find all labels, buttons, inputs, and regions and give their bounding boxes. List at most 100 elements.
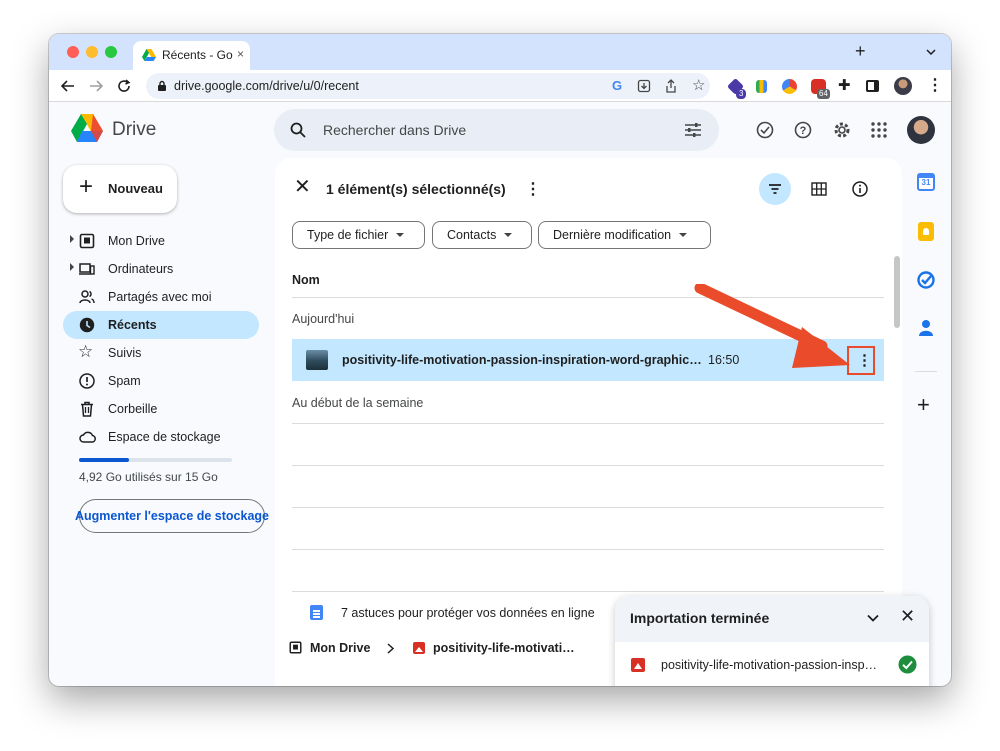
offline-ready-icon[interactable] (756, 121, 774, 139)
breadcrumb-file[interactable]: positivity-life-motivati… (433, 641, 575, 655)
sidebar-item-label: Spam (108, 374, 141, 388)
contacts-icon[interactable] (918, 319, 934, 337)
lock-icon[interactable] (157, 80, 167, 92)
sidebar-item-computers[interactable]: Ordinateurs (63, 255, 259, 283)
row-divider (292, 465, 884, 466)
filter-chip-label: Dernière modification (553, 228, 672, 242)
bookmark-star-icon[interactable]: ☆ (692, 76, 705, 94)
url-text: drive.google.com/drive/u/0/recent (174, 79, 359, 93)
browser-toolbar: drive.google.com/drive/u/0/recent G ☆ 3 … (49, 70, 951, 102)
sidebar-item-label: Partagés avec moi (108, 290, 212, 304)
google-lens-icon[interactable]: G (612, 78, 622, 93)
grid-view-icon[interactable] (811, 182, 827, 196)
account-avatar[interactable] (907, 116, 935, 144)
get-addons-plus-icon[interactable]: + (917, 394, 930, 416)
apps-grid-icon[interactable] (871, 122, 887, 138)
extension-1-badge: 3 (736, 89, 747, 99)
keep-icon[interactable] (918, 222, 934, 241)
search-icon[interactable] (290, 122, 306, 138)
settings-gear-icon[interactable] (832, 120, 852, 140)
upgrade-storage-button[interactable]: Augmenter l'espace de stockage (75, 499, 269, 533)
close-tab-icon[interactable]: × (237, 47, 244, 61)
info-icon[interactable] (852, 181, 868, 197)
search-input[interactable]: Rechercher dans Drive (323, 122, 466, 138)
extension-4-badge: 64 (817, 89, 830, 99)
breadcrumb-root[interactable]: Mon Drive (310, 641, 370, 655)
sidebar-item-trash[interactable]: Corbeille (63, 395, 259, 423)
dropdown-caret-icon (396, 233, 405, 237)
filter-icon (769, 184, 781, 194)
browser-window: Récents - Go × + drive.google.com/drive/… (49, 34, 951, 686)
sidebar-item-storage[interactable]: Espace de stockage (63, 423, 259, 451)
search-bar[interactable]: Rechercher dans Drive (274, 109, 719, 151)
chevron-down-icon[interactable] (926, 49, 936, 55)
sidebar-item-my-drive[interactable]: Mon Drive (63, 227, 259, 255)
side-panel-divider (915, 371, 937, 372)
collapse-chevron-icon[interactable] (867, 614, 879, 622)
sidebar-item-label: Suivis (108, 346, 142, 360)
sidebar-item-recent[interactable]: Récents (63, 311, 259, 339)
browser-menu-icon[interactable]: ⋮ (927, 75, 943, 95)
new-button[interactable]: + Nouveau (63, 165, 177, 213)
profile-avatar[interactable] (894, 77, 912, 95)
sidebar-item-starred[interactable]: ☆ Suivis (63, 339, 259, 367)
sidebar-item-label: Espace de stockage (108, 430, 221, 444)
minimize-window-button[interactable] (86, 46, 98, 58)
install-icon[interactable] (637, 79, 651, 93)
back-arrow-icon[interactable] (61, 80, 75, 92)
sidebar-item-shared[interactable]: Partagés avec moi (63, 283, 259, 311)
tab-title: Récents - Go (162, 48, 233, 62)
more-vert-icon: ⋮ (857, 352, 872, 369)
uploaded-file-name[interactable]: positivity-life-motivation-passion-insp… (661, 658, 877, 672)
calendar-icon[interactable]: 31 (917, 173, 935, 191)
help-icon[interactable]: ? (794, 121, 812, 139)
filter-toggle-button[interactable] (759, 173, 791, 205)
close-window-button[interactable] (67, 46, 79, 58)
file-name: positivity-life-motivation-passion-inspi… (342, 353, 702, 367)
filter-chip-last-modified[interactable]: Dernière modification (538, 221, 711, 249)
close-upload-panel-icon[interactable]: ✕ (900, 607, 915, 625)
extension-3-icon[interactable] (782, 79, 797, 94)
sidebar-item-spam[interactable]: Spam (63, 367, 259, 395)
extension-2-icon[interactable] (756, 80, 767, 93)
new-tab-icon[interactable]: + (855, 42, 866, 60)
file-name-partial[interactable]: 7 astuces pour protéger vos données en l… (341, 606, 595, 620)
dropdown-caret-icon (504, 233, 513, 237)
search-options-icon[interactable] (684, 122, 702, 138)
expand-arrow-icon[interactable] (70, 235, 74, 243)
annotation-arrow (694, 284, 850, 368)
clear-selection-close-icon[interactable]: ✕ (294, 177, 311, 197)
filter-chip-file-type[interactable]: Type de fichier (292, 221, 425, 249)
expand-arrow-icon[interactable] (70, 263, 74, 271)
new-button-label: Nouveau (108, 181, 163, 196)
selection-more-icon[interactable]: ⋮ (525, 179, 541, 199)
filter-chip-label: Type de fichier (307, 228, 389, 242)
share-icon[interactable] (665, 79, 677, 93)
forward-arrow-icon[interactable] (89, 80, 103, 92)
spam-icon (79, 373, 95, 389)
filter-chip-label: Contacts (447, 228, 497, 242)
extensions-puzzle-icon[interactable]: ✚ (838, 76, 851, 94)
side-panel-icon[interactable] (866, 80, 879, 92)
sidebar-item-label: Récents (108, 318, 157, 332)
file-thumbnail (306, 350, 328, 370)
address-bar[interactable]: drive.google.com/drive/u/0/recent G ☆ (146, 73, 710, 99)
filter-chip-contacts[interactable]: Contacts (432, 221, 532, 249)
maximize-window-button[interactable] (105, 46, 117, 58)
column-header-name[interactable]: Nom (292, 273, 320, 287)
tasks-icon[interactable] (917, 271, 935, 289)
reload-icon[interactable] (117, 79, 131, 93)
upload-complete-check-icon (898, 655, 917, 674)
app-name: Drive (112, 119, 157, 140)
storage-bar-fill (79, 458, 130, 462)
browser-tab[interactable]: Récents - Go × (133, 41, 250, 70)
row-divider (292, 507, 884, 508)
drive-logo-icon (71, 114, 103, 142)
sidebar-item-label: Corbeille (108, 402, 158, 416)
scrollbar-thumb[interactable] (894, 256, 900, 328)
upload-panel-title: Importation terminée (630, 610, 770, 626)
trash-icon (81, 401, 93, 417)
cloud-icon (79, 431, 96, 443)
selection-count-text: 1 élément(s) sélectionné(s) (326, 181, 506, 197)
tab-bar: Récents - Go × + (49, 34, 951, 70)
